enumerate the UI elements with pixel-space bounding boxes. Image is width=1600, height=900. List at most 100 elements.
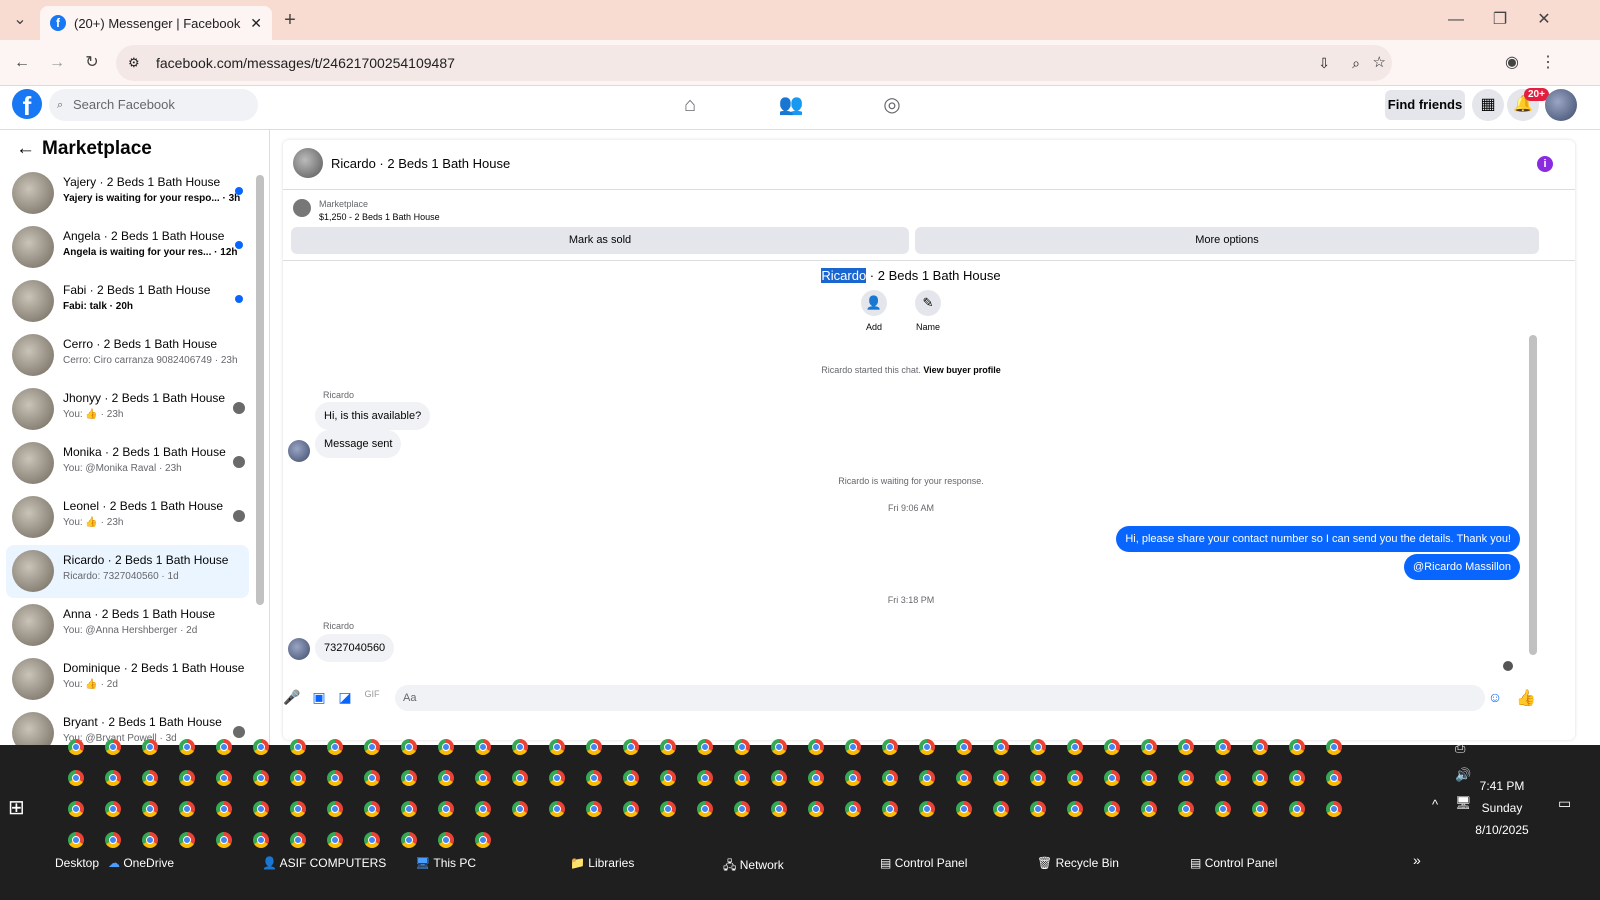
chrome-taskbar-icon[interactable] (956, 770, 972, 786)
chrome-taskbar-icon[interactable] (586, 770, 602, 786)
chrome-taskbar-icon[interactable] (364, 739, 380, 755)
chrome-taskbar-icon[interactable] (327, 832, 343, 848)
chrome-taskbar-icon[interactable] (919, 739, 935, 755)
tab-search-chevron-icon[interactable]: ⌄ (8, 8, 32, 32)
listing-thumbnail[interactable] (293, 199, 311, 217)
chrome-taskbar-icon[interactable] (549, 801, 565, 817)
chrome-taskbar-icon[interactable] (1104, 739, 1120, 755)
chrome-taskbar-icon[interactable] (512, 770, 528, 786)
chrome-taskbar-icon[interactable] (808, 770, 824, 786)
chrome-taskbar-icon[interactable] (1252, 739, 1268, 755)
chrome-taskbar-icon[interactable] (1067, 739, 1083, 755)
conversation-item[interactable]: Yajery · 2 Beds 1 Bath House Yajery is wa… (6, 167, 249, 220)
chrome-taskbar-icon[interactable] (808, 739, 824, 755)
chrome-taskbar-icon[interactable] (290, 770, 306, 786)
chrome-taskbar-icon[interactable] (105, 801, 121, 817)
chrome-taskbar-icon[interactable] (1289, 739, 1305, 755)
chrome-taskbar-icon[interactable] (1252, 801, 1268, 817)
show-hidden-icons-icon[interactable]: ^ (1432, 797, 1438, 812)
chrome-taskbar-icon[interactable] (993, 770, 1009, 786)
chrome-taskbar-icon[interactable] (993, 739, 1009, 755)
chrome-taskbar-icon[interactable] (586, 801, 602, 817)
tab-close-icon[interactable]: ✕ (250, 15, 262, 32)
chrome-taskbar-icon[interactable] (142, 739, 158, 755)
mark-as-sold-button[interactable]: Mark as sold (291, 227, 909, 254)
chrome-taskbar-icon[interactable] (401, 739, 417, 755)
chat-scrollbar[interactable] (1529, 335, 1537, 655)
chrome-taskbar-icon[interactable] (1326, 801, 1342, 817)
gif-icon[interactable]: GIF (363, 689, 381, 699)
chrome-taskbar-icon[interactable] (734, 801, 750, 817)
conversation-item[interactable]: Jhonyy · 2 Beds 1 Bath House You: 👍 · 23h (6, 383, 249, 436)
chrome-taskbar-icon[interactable] (882, 739, 898, 755)
chrome-taskbar-icon[interactable] (216, 739, 232, 755)
chrome-taskbar-icon[interactable] (364, 801, 380, 817)
chrome-taskbar-icon[interactable] (1326, 770, 1342, 786)
chrome-taskbar-icon[interactable] (697, 739, 713, 755)
chrome-taskbar-icon[interactable] (179, 832, 195, 848)
chrome-taskbar-icon[interactable] (253, 801, 269, 817)
conversation-item[interactable]: Anna · 2 Beds 1 Bath House You: @Anna Her… (6, 599, 249, 652)
conversation-item[interactable]: Ricardo · 2 Beds 1 Bath House Ricardo: 73… (6, 545, 249, 598)
chrome-taskbar-icon[interactable] (1104, 770, 1120, 786)
sticker-icon[interactable]: ◪ (336, 689, 354, 706)
chrome-taskbar-icon[interactable] (771, 739, 787, 755)
chrome-taskbar-icon[interactable] (734, 739, 750, 755)
chrome-taskbar-icon[interactable] (956, 801, 972, 817)
chrome-taskbar-icon[interactable] (919, 770, 935, 786)
chat-avatar[interactable] (293, 148, 323, 178)
chrome-taskbar-icon[interactable] (216, 770, 232, 786)
incoming-message[interactable]: Hi, is this available? (315, 402, 431, 430)
incoming-message[interactable]: 7327040560 (315, 634, 395, 662)
chrome-taskbar-icon[interactable] (475, 801, 491, 817)
chrome-taskbar-icon[interactable] (364, 770, 380, 786)
chrome-taskbar-icon[interactable] (1215, 770, 1231, 786)
windows-start-icon[interactable]: ⊞ (8, 795, 25, 820)
chrome-taskbar-icon[interactable] (660, 739, 676, 755)
chrome-taskbar-icon[interactable] (105, 770, 121, 786)
camera-icon[interactable]: ⎙ (1455, 740, 1465, 756)
reload-icon[interactable]: ↻ (80, 51, 104, 75)
chrome-taskbar-icon[interactable] (253, 739, 269, 755)
chrome-taskbar-icon[interactable] (327, 770, 343, 786)
facebook-search-input[interactable]: ⌕ Search Facebook (49, 89, 258, 121)
conversation-item[interactable]: Leonel · 2 Beds 1 Bath House You: 👍 · 23h (6, 491, 249, 544)
chrome-taskbar-icon[interactable] (1289, 801, 1305, 817)
more-options-button[interactable]: More options (915, 227, 1539, 254)
conversation-item[interactable]: Monika · 2 Beds 1 Bath House You: @Monika… (6, 437, 249, 490)
chrome-taskbar-icon[interactable] (142, 832, 158, 848)
chrome-taskbar-icon[interactable] (697, 801, 713, 817)
chrome-taskbar-icon[interactable] (1141, 739, 1157, 755)
conversation-item[interactable]: Dominique · 2 Beds 1 Bath House You: 👍 · … (6, 653, 249, 706)
chrome-taskbar-icon[interactable] (68, 739, 84, 755)
site-info-icon[interactable]: ⚙ (128, 45, 140, 81)
emoji-icon[interactable]: ☺ (1486, 689, 1504, 705)
bookmark-star-icon[interactable]: ☆ (1373, 45, 1386, 81)
chrome-taskbar-icon[interactable] (438, 770, 454, 786)
menu-grid-icon[interactable]: ▦ (1472, 89, 1504, 121)
edit-name-icon[interactable]: ✎ (915, 290, 941, 316)
chrome-taskbar-icon[interactable] (1178, 801, 1194, 817)
chrome-taskbar-icon[interactable] (623, 770, 639, 786)
info-icon[interactable]: i (1537, 156, 1553, 172)
chrome-taskbar-icon[interactable] (808, 801, 824, 817)
conversation-item[interactable]: Fabi · 2 Beds 1 Bath House Fabi: talk · 2… (6, 275, 249, 328)
message-input[interactable]: Aa (395, 685, 1485, 711)
toolbar-overflow-icon[interactable]: » (1413, 852, 1421, 868)
chrome-taskbar-icon[interactable] (956, 739, 972, 755)
chrome-taskbar-icon[interactable] (179, 770, 195, 786)
forward-icon[interactable]: → (45, 51, 69, 75)
chrome-taskbar-icon[interactable] (68, 832, 84, 848)
chrome-taskbar-icon[interactable] (845, 770, 861, 786)
find-friends-button[interactable]: Find friends (1385, 90, 1465, 120)
view-buyer-profile-link[interactable]: View buyer profile (923, 365, 1000, 375)
url-field[interactable]: ⚙ facebook.com/messages/t/24621700254109… (116, 45, 1392, 81)
chrome-taskbar-icon[interactable] (1030, 801, 1046, 817)
chrome-taskbar-icon[interactable] (1141, 801, 1157, 817)
chrome-taskbar-icon[interactable] (1030, 739, 1046, 755)
chrome-taskbar-icon[interactable] (512, 801, 528, 817)
chrome-taskbar-icon[interactable] (660, 801, 676, 817)
onedrive-toolbar[interactable]: ☁ OneDrive (108, 856, 174, 870)
chrome-taskbar-icon[interactable] (882, 801, 898, 817)
chrome-taskbar-icon[interactable] (882, 770, 898, 786)
